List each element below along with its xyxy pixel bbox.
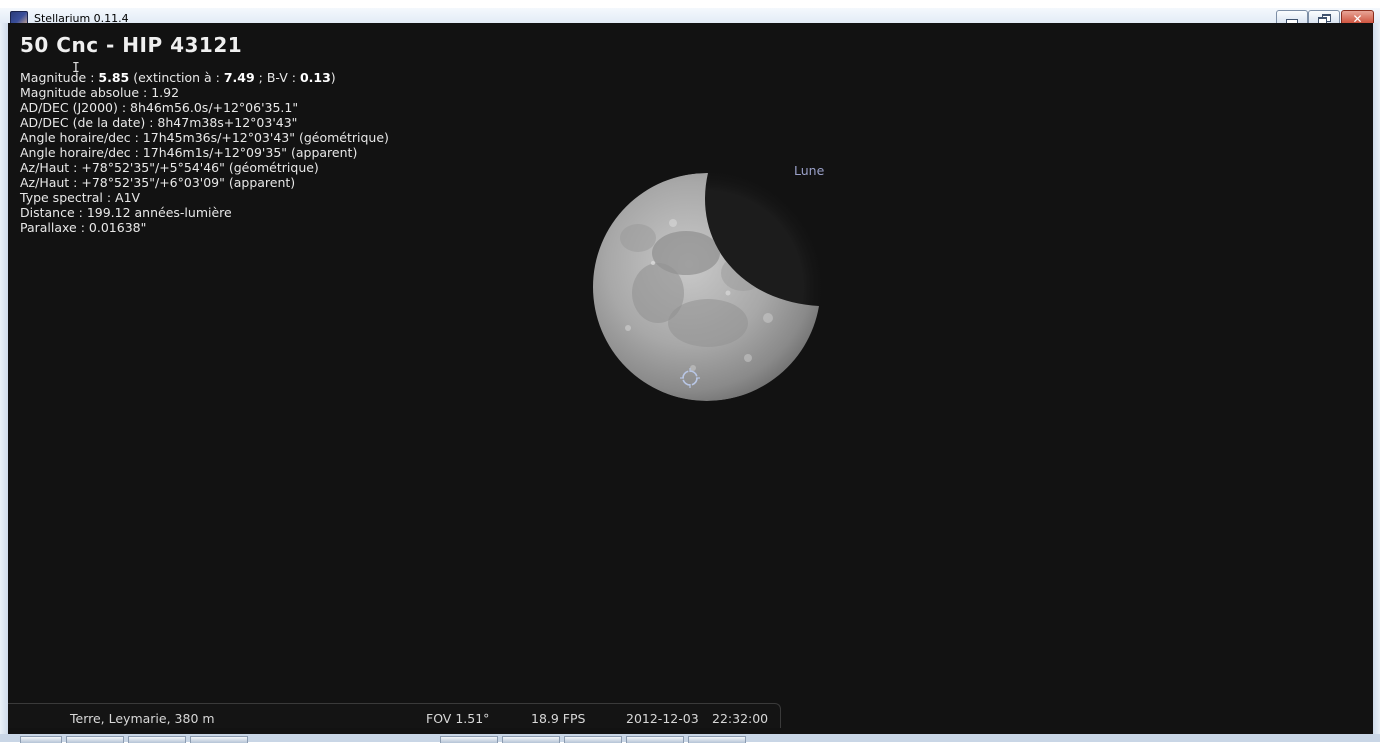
- info-text: Az/Haut : +78°52'35"/+6°03'09" (apparent…: [20, 175, 296, 190]
- info-text: Parallaxe : 0.01638": [20, 220, 147, 235]
- info-line: AD/DEC (J2000) : 8h46m56.0s/+12°06'35.1": [20, 100, 389, 115]
- info-text: Magnitude :: [20, 70, 99, 85]
- info-text: Angle horaire/dec : 17h45m36s/+12°03'43"…: [20, 130, 389, 145]
- target-crosshair-icon: [680, 368, 700, 388]
- info-value: 0.13: [299, 70, 331, 85]
- window-frame-right: [1373, 23, 1380, 734]
- date-text[interactable]: 2012-12-03: [626, 711, 699, 726]
- info-value: 7.49: [223, 70, 255, 85]
- info-value: 5.85: [98, 70, 130, 85]
- window-frame-left: [0, 23, 8, 734]
- info-line: Az/Haut : +78°52'35"/+6°03'09" (apparent…: [20, 175, 389, 190]
- location-text[interactable]: Terre, Leymarie, 380 m: [70, 711, 215, 726]
- info-line: AD/DEC (de la date) : 8h47m38s+12°03'43": [20, 115, 389, 130]
- info-line: Angle horaire/dec : 17h45m36s/+12°03'43"…: [20, 130, 389, 145]
- object-info-panel: Magnitude : 5.85 (extinction à : 7.49 ; …: [20, 70, 389, 235]
- info-text: Distance : 199.12 années-lumière: [20, 205, 232, 220]
- info-line: Parallaxe : 0.01638": [20, 220, 389, 235]
- moon[interactable]: [568, 143, 858, 403]
- text-cursor-icon: I: [72, 61, 80, 76]
- info-line: Type spectral : A1V: [20, 190, 389, 205]
- info-text: ; B-V :: [254, 70, 300, 85]
- selected-object-title: 50 Cnc - HIP 43121: [20, 33, 243, 57]
- info-text: Angle horaire/dec : 17h46m1s/+12°09'35" …: [20, 145, 358, 160]
- info-text: AD/DEC (de la date) : 8h47m38s+12°03'43": [20, 115, 298, 130]
- restore-icon: [1318, 13, 1331, 25]
- status-bar: Terre, Leymarie, 380 m FOV 1.51° 18.9 FP…: [8, 703, 781, 728]
- fps-text: 18.9 FPS: [531, 711, 586, 726]
- time-text[interactable]: 22:32:00: [712, 711, 768, 726]
- info-line: Az/Haut : +78°52'35"/+5°54'46" (géométri…: [20, 160, 389, 175]
- info-line: Angle horaire/dec : 17h46m1s/+12°09'35" …: [20, 145, 389, 160]
- fov-text: FOV 1.51°: [426, 711, 490, 726]
- info-text: AD/DEC (J2000) : 8h46m56.0s/+12°06'35.1": [20, 100, 299, 115]
- info-text: (extinction à :: [129, 70, 224, 85]
- info-text: Magnitude absolue : 1.92: [20, 85, 180, 100]
- info-text: Az/Haut : +78°52'35"/+5°54'46" (géométri…: [20, 160, 319, 175]
- info-line: Distance : 199.12 années-lumière: [20, 205, 389, 220]
- info-line: Magnitude absolue : 1.92: [20, 85, 389, 100]
- moon-label[interactable]: Lune: [794, 163, 824, 178]
- info-text: ): [330, 70, 336, 85]
- info-text: Type spectral : A1V: [20, 190, 141, 205]
- sky-view[interactable]: 50 Cnc - HIP 43121 Magnitude : 5.85 (ext…: [8, 23, 1373, 734]
